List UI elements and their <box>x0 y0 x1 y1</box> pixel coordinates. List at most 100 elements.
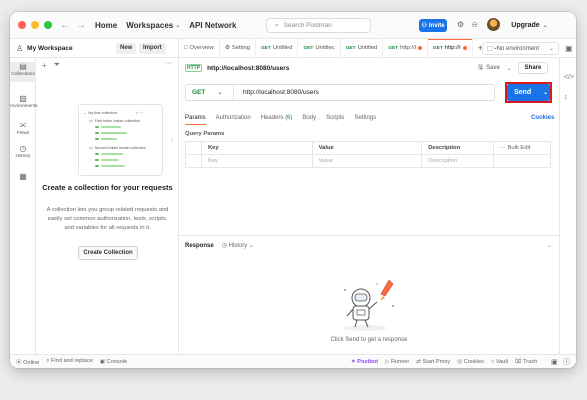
workspace-name[interactable]: My Workspace <box>27 45 72 52</box>
invite-button[interactable]: ⚇ Invite <box>419 19 447 32</box>
status-console[interactable]: ▣ Console <box>100 359 127 365</box>
value-input[interactable]: Value <box>311 154 423 168</box>
request-title[interactable]: http://localhost:8080/users <box>207 65 289 72</box>
status-find-and-replace[interactable]: ⌕ Find and replace <box>46 358 92 365</box>
status-vault[interactable]: ○ Vault <box>491 359 508 365</box>
request-bar <box>101 138 117 140</box>
nav-workspaces[interactable]: Workspaces ⌄ <box>126 21 180 30</box>
request-editor: HTTP http://localhost:8080/users 🖫 Save … <box>179 58 559 354</box>
option-tab-scripts[interactable]: Scripts <box>326 115 344 121</box>
status-start-proxy[interactable]: ⇄ Start Proxy <box>416 359 450 365</box>
save-button[interactable]: 🖫 Save ⌄ <box>478 63 512 73</box>
invite-label: Invite <box>428 22 445 29</box>
chevron-right-icon[interactable]: › <box>171 137 173 144</box>
request-option-tabs: Params Authorization Headers (6) Body Script… <box>185 115 376 125</box>
status-online[interactable]: ⦿ Online <box>16 358 39 366</box>
import-button[interactable]: Import <box>139 42 166 54</box>
nav-home[interactable]: Home <box>95 21 117 30</box>
empty-cell <box>493 154 551 168</box>
filter-icon[interactable]: ⏷ <box>54 60 60 70</box>
share-button[interactable]: Share <box>518 62 548 74</box>
status-runner[interactable]: ▷ Runner <box>385 359 409 365</box>
nav-api-network[interactable]: API Network <box>189 21 236 30</box>
status-trash[interactable]: ⌧ Trash <box>515 359 537 365</box>
option-tab-headers[interactable]: Headers (6) <box>261 115 293 121</box>
option-tab-params[interactable]: Params <box>185 115 206 125</box>
rail-label: History <box>15 154 31 159</box>
response-divider[interactable] <box>179 235 559 236</box>
chevron-down-icon: ⌄ <box>217 90 223 96</box>
send-button[interactable]: Send ⌄ <box>507 84 550 101</box>
environment-icon: ⬚ <box>487 46 493 52</box>
tab-5[interactable]: GET http://l <box>383 38 428 58</box>
tab-2[interactable]: GET Untitled <box>256 38 299 58</box>
rail-item-collections[interactable]: ▤ Collections <box>10 62 36 82</box>
url-input[interactable]: http://localhost:8080/users <box>234 89 319 96</box>
code-icon[interactable]: </> <box>564 74 574 81</box>
status-label: Console <box>106 358 128 365</box>
column-header-key: Key <box>200 141 313 155</box>
help-icon[interactable]: ⓘ <box>563 357 570 367</box>
maximize-window-button[interactable] <box>44 21 52 29</box>
key-input[interactable]: Key <box>200 154 313 168</box>
collections-icon: ▤ <box>19 62 27 71</box>
tab-3[interactable]: GET Untitlec <box>298 38 341 58</box>
tab-1[interactable]: ⚙ Setting <box>220 38 256 58</box>
option-tab-body[interactable]: Body <box>302 115 316 121</box>
status-right: ✦ Postbot ▷ Runner ⇄ Start Proxy ◎ Cookies ○… <box>351 359 537 365</box>
option-tab-authorization[interactable]: Authorization <box>216 115 251 121</box>
avatar[interactable] <box>487 18 500 31</box>
environment-selector[interactable]: ⬚ No environment ⌄ <box>482 42 559 55</box>
save-icon: 🖫 <box>478 65 484 71</box>
empty-collections-description: A collection lets you group related requ… <box>46 207 169 231</box>
description-input[interactable]: Description <box>421 154 495 168</box>
history-dropdown[interactable]: ◷ History ⌄ <box>222 242 254 249</box>
notifications-icon[interactable]: ⍾ <box>472 20 477 30</box>
tab-6[interactable]: GET http://l <box>427 38 473 58</box>
settings-icon[interactable]: ⚙ <box>457 20 464 29</box>
create-collection-button[interactable]: Create Collection <box>78 246 138 260</box>
tab-method: GET <box>260 45 271 51</box>
close-window-button[interactable] <box>18 21 26 29</box>
checkbox-cell <box>185 141 202 155</box>
checkbox-cell[interactable] <box>185 154 202 168</box>
headers-count: (6) <box>285 115 293 121</box>
bulk-edit-label: Bulk Edit <box>507 145 531 151</box>
save-label: Save <box>486 65 500 71</box>
nav-workspaces-label: Workspaces <box>126 20 174 30</box>
status-cookies[interactable]: ◎ Cookies <box>457 359 484 365</box>
tab-0[interactable]: □ Overview <box>179 38 220 58</box>
add-icon[interactable]: + <box>42 61 47 70</box>
new-button[interactable]: New <box>116 42 137 54</box>
illustration-request-row <box>95 138 117 140</box>
illustration-collection-row: ⌄ My first collection ☆ ··· <box>83 110 144 116</box>
rail-item-history[interactable]: ◷ History <box>10 144 36 164</box>
search-input[interactable]: ⌕ Search Postman <box>266 18 371 33</box>
option-tab-settings[interactable]: Settings <box>354 115 376 121</box>
upgrade-button[interactable]: Upgrade ⌄ <box>507 18 552 33</box>
more-options-icon[interactable]: ··· <box>165 60 172 67</box>
forward-arrow-icon[interactable]: → <box>76 20 86 31</box>
layout-toggle-icon[interactable]: ▣ <box>551 358 558 366</box>
minimize-window-button[interactable] <box>31 21 39 29</box>
illustration-folder1-row: ▭ First folder inside collection <box>89 118 140 124</box>
back-arrow-icon[interactable]: ← <box>60 20 70 31</box>
workspace-bar: ♙ My Workspace New Import □ Overview ⚙ Sett… <box>10 38 576 58</box>
cookies-link[interactable]: Cookies <box>531 115 554 121</box>
rail-item-apps[interactable]: ▦ <box>10 172 36 192</box>
collapse-response-icon[interactable]: ⌄ <box>547 242 552 249</box>
rail-item-flows[interactable]: ⫘ Flows <box>10 120 36 140</box>
column-header-description: Description <box>421 141 495 155</box>
status-left: ⦿ Online ⌕ Find and replace ▣ Console <box>10 358 127 366</box>
info-icon[interactable]: ↕ <box>564 94 568 101</box>
method-select[interactable]: GET ⌄ <box>186 85 234 100</box>
status-postbot[interactable]: ✦ Postbot <box>351 359 378 365</box>
layout-icon[interactable]: ▣ <box>565 44 573 53</box>
unsaved-dot-icon <box>417 46 422 50</box>
upgrade-label: Upgrade <box>511 22 540 29</box>
bulk-edit-link[interactable]: ··· Bulk Edit <box>493 141 551 155</box>
rail-item-environments[interactable]: ▨ Environments <box>10 94 38 114</box>
chevron-down-icon[interactable]: ⌄ <box>543 89 548 96</box>
chevron-down-icon: ⌄ <box>549 46 555 52</box>
tab-4[interactable]: GET Untitled <box>341 38 384 58</box>
